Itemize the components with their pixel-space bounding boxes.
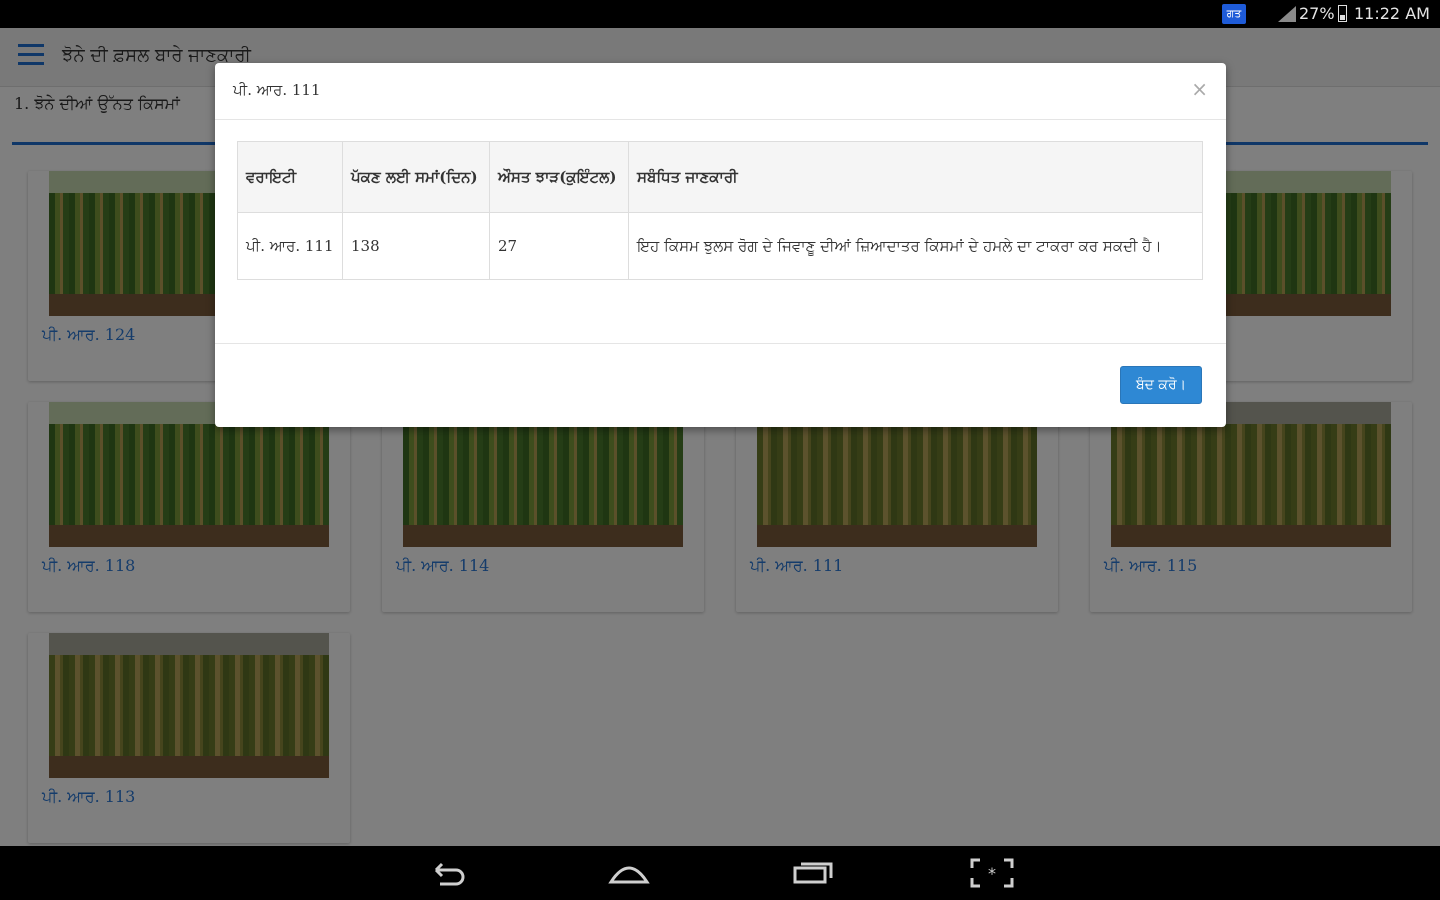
cell-related-info: ਇਹ ਕਿਸਮ ਝੁਲਸ ਰੋਗ ਦੇ ਜਿਵਾਣੂ ਦੀਆਂ ਜ਼ਿਆਦਾਤਰ… xyxy=(628,212,1203,280)
recent-apps-icon[interactable] xyxy=(791,858,835,888)
notification-badge-icon: ਗਤ xyxy=(1222,4,1246,24)
home-icon[interactable] xyxy=(607,858,651,888)
table-header-row: ਵਰਾਇਟੀ ਪੱਕਣ ਲਈ ਸਮਾਂ(ਦਿਨ) ਔਸਤ ਝਾੜ(ਕੁਇੰਟਲ)… xyxy=(237,141,1203,213)
svg-text:*: * xyxy=(988,864,996,883)
signal-icon xyxy=(1278,6,1296,22)
close-button[interactable]: ਬੰਦ ਕਰੋ। xyxy=(1120,366,1202,404)
navigation-bar: * xyxy=(0,846,1440,900)
dialog-body: ਵਰਾਇਟੀ ਪੱਕਣ ਲਈ ਸਮਾਂ(ਦਿਨ) ਔਸਤ ਝਾੜ(ਕੁਇੰਟਲ)… xyxy=(237,141,1203,280)
dialog-header: ਪੀ. ਆਰ. 111 × xyxy=(215,63,1226,120)
close-icon[interactable]: × xyxy=(1191,77,1208,101)
dialog-footer: ਬੰਦ ਕਰੋ। xyxy=(215,343,1226,428)
battery-percent: 27% xyxy=(1299,4,1335,23)
clock: 11:22 AM xyxy=(1354,4,1430,23)
screenshot-icon[interactable]: * xyxy=(970,858,1014,888)
cell-average-yield: 27 xyxy=(489,212,629,280)
status-bar: ਗਤ 27% 11:22 AM xyxy=(0,0,1440,28)
column-header-average-yield: ਔਸਤ ਝਾੜ(ਕੁਇੰਟਲ) xyxy=(489,141,629,213)
column-header-variety: ਵਰਾਇਟੀ xyxy=(237,141,343,213)
table-row: ਪੀ. ਆਰ. 111 138 27 ਇਹ ਕਿਸਮ ਝੁਲਸ ਰੋਗ ਦੇ ਜ… xyxy=(237,212,1203,280)
variety-details-dialog: ਪੀ. ਆਰ. 111 × ਵਰਾਇਟੀ ਪੱਕਣ ਲਈ ਸਮਾਂ(ਦਿਨ) ਔ… xyxy=(215,63,1226,427)
cell-maturity-days: 138 xyxy=(342,212,490,280)
variety-info-table: ਵਰਾਇਟੀ ਪੱਕਣ ਲਈ ਸਮਾਂ(ਦਿਨ) ਔਸਤ ਝਾੜ(ਕੁਇੰਟਲ)… xyxy=(237,141,1203,280)
column-header-maturity-days: ਪੱਕਣ ਲਈ ਸਮਾਂ(ਦਿਨ) xyxy=(342,141,490,213)
cell-variety: ਪੀ. ਆਰ. 111 xyxy=(237,212,343,280)
column-header-related-info: ਸਬੰਧਿਤ ਜਾਣਕਾਰੀ xyxy=(628,141,1203,213)
dialog-title: ਪੀ. ਆਰ. 111 xyxy=(233,81,321,99)
back-icon[interactable] xyxy=(426,858,470,888)
battery-icon xyxy=(1338,5,1347,22)
